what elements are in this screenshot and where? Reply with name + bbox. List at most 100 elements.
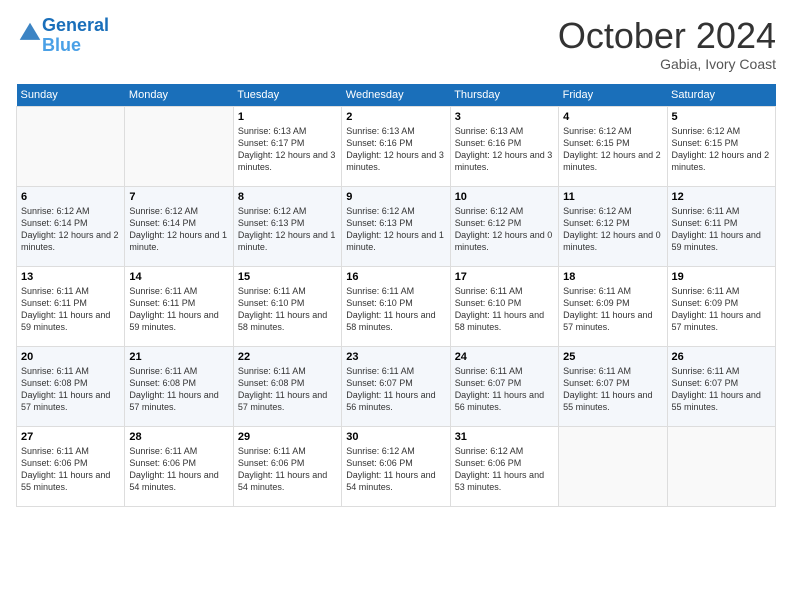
calendar-cell: 15Sunrise: 6:11 AM Sunset: 6:10 PM Dayli… bbox=[233, 266, 341, 346]
calendar-cell: 28Sunrise: 6:11 AM Sunset: 6:06 PM Dayli… bbox=[125, 426, 233, 506]
calendar-week-row: 6 Sunrise: 6:12 AM Sunset: 6:14 PM Daylig… bbox=[17, 186, 776, 266]
day-info: Sunrise: 6:11 AM Sunset: 6:06 PM Dayligh… bbox=[238, 445, 337, 494]
day-info: Sunrise: 6:12 AM Sunset: 6:15 PM Dayligh… bbox=[563, 125, 662, 174]
calendar-cell: 10 Sunrise: 6:12 AM Sunset: 6:12 PM Dayli… bbox=[450, 186, 558, 266]
calendar-cell: 5 Sunrise: 6:12 AM Sunset: 6:15 PM Daylig… bbox=[667, 106, 775, 186]
calendar-cell: 12 Sunrise: 6:11 AM Sunset: 6:11 PM Dayli… bbox=[667, 186, 775, 266]
day-number: 30 bbox=[346, 431, 445, 443]
calendar-cell: 1 Sunrise: 6:13 AM Sunset: 6:17 PM Daylig… bbox=[233, 106, 341, 186]
weekday-header: Friday bbox=[559, 84, 667, 107]
calendar-week-row: 1 Sunrise: 6:13 AM Sunset: 6:17 PM Daylig… bbox=[17, 106, 776, 186]
day-info: Sunrise: 6:11 AM Sunset: 6:11 PM Dayligh… bbox=[21, 285, 120, 334]
day-number: 4 bbox=[563, 111, 662, 123]
day-info: Sunrise: 6:13 AM Sunset: 6:16 PM Dayligh… bbox=[455, 125, 554, 174]
day-info: Sunrise: 6:11 AM Sunset: 6:08 PM Dayligh… bbox=[238, 365, 337, 414]
day-number: 14 bbox=[129, 271, 228, 283]
day-number: 8 bbox=[238, 191, 337, 203]
day-number: 17 bbox=[455, 271, 554, 283]
calendar-week-row: 27 Sunrise: 6:11 AM Sunset: 6:06 PM Dayli… bbox=[17, 426, 776, 506]
day-number: 25 bbox=[563, 351, 662, 363]
day-number: 9 bbox=[346, 191, 445, 203]
calendar-cell: 26Sunrise: 6:11 AM Sunset: 6:07 PM Dayli… bbox=[667, 346, 775, 426]
calendar-cell: 19 Sunrise: 6:11 AM Sunset: 6:09 PM Dayli… bbox=[667, 266, 775, 346]
calendar-cell: 9 Sunrise: 6:12 AM Sunset: 6:13 PM Daylig… bbox=[342, 186, 450, 266]
day-info: Sunrise: 6:11 AM Sunset: 6:07 PM Dayligh… bbox=[455, 365, 554, 414]
day-number: 5 bbox=[672, 111, 771, 123]
page-header: General Blue October 2024 Gabia, Ivory C… bbox=[16, 16, 776, 72]
day-number: 7 bbox=[129, 191, 228, 203]
day-info: Sunrise: 6:12 AM Sunset: 6:13 PM Dayligh… bbox=[346, 205, 445, 254]
day-info: Sunrise: 6:11 AM Sunset: 6:11 PM Dayligh… bbox=[672, 205, 771, 254]
calendar-table: SundayMondayTuesdayWednesdayThursdayFrid… bbox=[16, 84, 776, 507]
day-info: Sunrise: 6:12 AM Sunset: 6:12 PM Dayligh… bbox=[455, 205, 554, 254]
day-number: 23 bbox=[346, 351, 445, 363]
day-info: Sunrise: 6:12 AM Sunset: 6:06 PM Dayligh… bbox=[455, 445, 554, 494]
day-info: Sunrise: 6:11 AM Sunset: 6:06 PM Dayligh… bbox=[129, 445, 228, 494]
logo-text: General Blue bbox=[42, 16, 109, 56]
calendar-cell bbox=[125, 106, 233, 186]
weekday-header-row: SundayMondayTuesdayWednesdayThursdayFrid… bbox=[17, 84, 776, 107]
month-title: October 2024 bbox=[558, 16, 776, 56]
calendar-cell: 23Sunrise: 6:11 AM Sunset: 6:07 PM Dayli… bbox=[342, 346, 450, 426]
day-number: 22 bbox=[238, 351, 337, 363]
day-number: 2 bbox=[346, 111, 445, 123]
location: Gabia, Ivory Coast bbox=[558, 56, 776, 72]
day-number: 27 bbox=[21, 431, 120, 443]
day-number: 19 bbox=[672, 271, 771, 283]
day-info: Sunrise: 6:13 AM Sunset: 6:17 PM Dayligh… bbox=[238, 125, 337, 174]
calendar-cell: 16 Sunrise: 6:11 AM Sunset: 6:10 PM Dayli… bbox=[342, 266, 450, 346]
calendar-cell: 22 Sunrise: 6:11 AM Sunset: 6:08 PM Dayli… bbox=[233, 346, 341, 426]
calendar-cell: 11 Sunrise: 6:12 AM Sunset: 6:12 PM Dayli… bbox=[559, 186, 667, 266]
day-info: Sunrise: 6:11 AM Sunset: 6:10 PM Dayligh… bbox=[346, 285, 445, 334]
weekday-header: Wednesday bbox=[342, 84, 450, 107]
calendar-cell: 25 Sunrise: 6:11 AM Sunset: 6:07 PM Dayli… bbox=[559, 346, 667, 426]
day-info: Sunrise: 6:12 AM Sunset: 6:14 PM Dayligh… bbox=[21, 205, 120, 254]
day-info: Sunrise: 6:11 AM Sunset: 6:10 PM Dayligh… bbox=[455, 285, 554, 334]
day-info: Sunrise: 6:12 AM Sunset: 6:13 PM Dayligh… bbox=[238, 205, 337, 254]
calendar-cell: 14Sunrise: 6:11 AM Sunset: 6:11 PM Dayli… bbox=[125, 266, 233, 346]
day-number: 29 bbox=[238, 431, 337, 443]
day-number: 3 bbox=[455, 111, 554, 123]
day-number: 21 bbox=[129, 351, 228, 363]
calendar-cell: 20 Sunrise: 6:11 AM Sunset: 6:08 PM Dayli… bbox=[17, 346, 125, 426]
day-info: Sunrise: 6:11 AM Sunset: 6:09 PM Dayligh… bbox=[563, 285, 662, 334]
day-number: 6 bbox=[21, 191, 120, 203]
day-number: 13 bbox=[21, 271, 120, 283]
calendar-cell: 7Sunrise: 6:12 AM Sunset: 6:14 PM Daylig… bbox=[125, 186, 233, 266]
day-info: Sunrise: 6:12 AM Sunset: 6:12 PM Dayligh… bbox=[563, 205, 662, 254]
day-info: Sunrise: 6:11 AM Sunset: 6:09 PM Dayligh… bbox=[672, 285, 771, 334]
logo-icon bbox=[18, 21, 42, 45]
weekday-header: Monday bbox=[125, 84, 233, 107]
calendar-week-row: 13 Sunrise: 6:11 AM Sunset: 6:11 PM Dayli… bbox=[17, 266, 776, 346]
day-info: Sunrise: 6:13 AM Sunset: 6:16 PM Dayligh… bbox=[346, 125, 445, 174]
day-number: 11 bbox=[563, 191, 662, 203]
calendar-cell: 13 Sunrise: 6:11 AM Sunset: 6:11 PM Dayli… bbox=[17, 266, 125, 346]
calendar-cell: 8 Sunrise: 6:12 AM Sunset: 6:13 PM Daylig… bbox=[233, 186, 341, 266]
day-info: Sunrise: 6:11 AM Sunset: 6:07 PM Dayligh… bbox=[672, 365, 771, 414]
day-info: Sunrise: 6:11 AM Sunset: 6:06 PM Dayligh… bbox=[21, 445, 120, 494]
calendar-week-row: 20 Sunrise: 6:11 AM Sunset: 6:08 PM Dayli… bbox=[17, 346, 776, 426]
day-number: 20 bbox=[21, 351, 120, 363]
weekday-header: Saturday bbox=[667, 84, 775, 107]
calendar-cell: 2 Sunrise: 6:13 AM Sunset: 6:16 PM Daylig… bbox=[342, 106, 450, 186]
calendar-cell: 27 Sunrise: 6:11 AM Sunset: 6:06 PM Dayli… bbox=[17, 426, 125, 506]
calendar-cell: 18 Sunrise: 6:11 AM Sunset: 6:09 PM Dayli… bbox=[559, 266, 667, 346]
day-info: Sunrise: 6:11 AM Sunset: 6:10 PM Dayligh… bbox=[238, 285, 337, 334]
day-info: Sunrise: 6:12 AM Sunset: 6:15 PM Dayligh… bbox=[672, 125, 771, 174]
day-number: 31 bbox=[455, 431, 554, 443]
day-number: 10 bbox=[455, 191, 554, 203]
day-number: 16 bbox=[346, 271, 445, 283]
day-number: 18 bbox=[563, 271, 662, 283]
day-info: Sunrise: 6:11 AM Sunset: 6:08 PM Dayligh… bbox=[21, 365, 120, 414]
day-number: 12 bbox=[672, 191, 771, 203]
calendar-cell: 4 Sunrise: 6:12 AM Sunset: 6:15 PM Daylig… bbox=[559, 106, 667, 186]
calendar-cell bbox=[17, 106, 125, 186]
calendar-cell bbox=[559, 426, 667, 506]
day-info: Sunrise: 6:11 AM Sunset: 6:08 PM Dayligh… bbox=[129, 365, 228, 414]
weekday-header: Thursday bbox=[450, 84, 558, 107]
day-number: 24 bbox=[455, 351, 554, 363]
day-info: Sunrise: 6:12 AM Sunset: 6:06 PM Dayligh… bbox=[346, 445, 445, 494]
weekday-header: Sunday bbox=[17, 84, 125, 107]
day-info: Sunrise: 6:11 AM Sunset: 6:07 PM Dayligh… bbox=[563, 365, 662, 414]
day-number: 1 bbox=[238, 111, 337, 123]
